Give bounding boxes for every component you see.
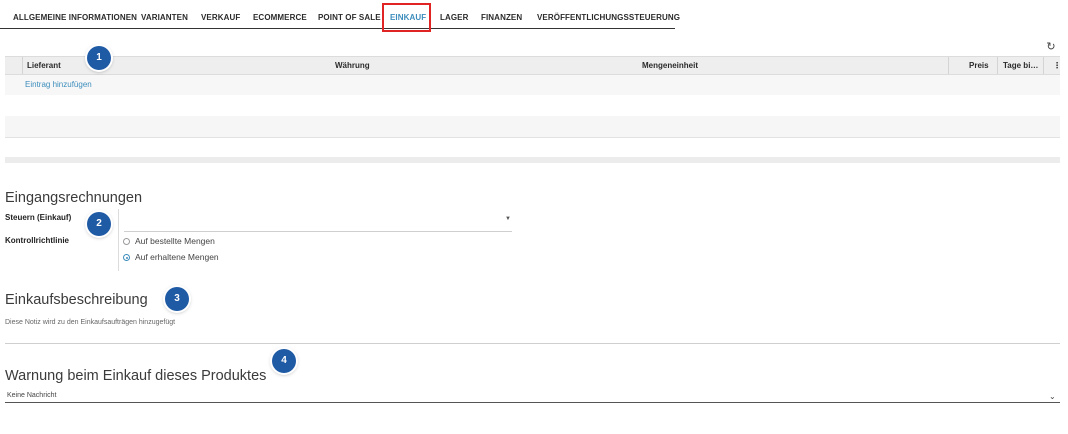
description-underline xyxy=(5,343,1060,344)
warning-select-underline xyxy=(5,402,1060,403)
step-badge-1: 1 xyxy=(87,46,111,70)
vendor-table-header: Lieferant Währung Mengeneinheit Preis Ta… xyxy=(5,56,1061,75)
column-separator xyxy=(1043,57,1044,74)
taxes-label: Steuern (Einkauf) xyxy=(5,213,72,222)
vendor-table-add-row: Eintrag hinzufügen xyxy=(5,75,1060,95)
optional-columns-icon[interactable]: ⋮ xyxy=(1053,57,1061,74)
vendor-table-footer xyxy=(5,157,1060,163)
warning-section-title: Warnung beim Einkauf dieses Produktes xyxy=(5,368,267,384)
radio-received-quantities-label[interactable]: Auf erhaltene Mengen xyxy=(135,252,219,262)
column-preis[interactable]: Preis xyxy=(969,57,989,74)
step-badge-4: 4 xyxy=(272,349,296,373)
tab-ecommerce[interactable]: ECOMMERCE xyxy=(253,8,307,28)
tab-varianten[interactable]: VARIANTEN xyxy=(141,8,188,28)
active-tab-highlight xyxy=(382,3,431,32)
radio-ordered-quantities-label[interactable]: Auf bestellte Mengen xyxy=(135,236,215,246)
caret-down-icon[interactable]: ▼ xyxy=(505,216,511,222)
tab-veroeffentlichungssteuerung[interactable]: VERÖFFENTLICHUNGSSTEUERUNG xyxy=(537,8,680,28)
column-lieferant[interactable]: Lieferant xyxy=(27,57,61,74)
radio-ordered-quantities[interactable] xyxy=(123,238,130,245)
field-divider xyxy=(118,209,119,271)
taxes-select[interactable] xyxy=(124,214,512,230)
description-section-title: Einkaufsbeschreibung xyxy=(5,292,148,308)
tab-verkauf[interactable]: VERKAUF xyxy=(201,8,240,28)
vendor-table-empty-row xyxy=(5,116,1060,138)
column-separator xyxy=(948,57,949,74)
step-badge-2: 2 xyxy=(87,212,111,236)
tab-lager[interactable]: LAGER xyxy=(440,8,469,28)
radio-received-quantities[interactable] xyxy=(123,254,130,261)
add-line-link[interactable]: Eintrag hinzufügen xyxy=(25,80,92,89)
invoices-section-title: Eingangsrechnungen xyxy=(5,190,143,206)
control-policy-label: Kontrollrichtlinie xyxy=(5,236,69,245)
refresh-icon[interactable]: ↻ xyxy=(1045,41,1057,53)
purchase-description-field[interactable]: Diese Notiz wird zu den Einkaufsaufträge… xyxy=(5,319,175,326)
chevron-down-icon[interactable]: ⌄ xyxy=(1049,392,1056,401)
warning-select[interactable]: Keine Nachricht xyxy=(7,392,56,399)
taxes-select-underline xyxy=(124,231,512,232)
column-separator xyxy=(22,57,23,74)
column-waehrung[interactable]: Währung xyxy=(335,57,370,74)
column-mengeneinheit[interactable]: Mengeneinheit xyxy=(642,57,698,74)
tab-finanzen[interactable]: FINANZEN xyxy=(481,8,522,28)
tab-allgemeine-informationen[interactable]: ALLGEMEINE INFORMATIONEN xyxy=(13,8,137,28)
tab-point-of-sale[interactable]: POINT OF SALE xyxy=(318,8,381,28)
column-tage-bis[interactable]: Tage bi… xyxy=(1003,57,1038,74)
notebook-tabs: ALLGEMEINE INFORMATIONEN VARIANTEN VERKA… xyxy=(0,0,680,29)
step-badge-3: 3 xyxy=(165,287,189,311)
column-separator xyxy=(997,57,998,74)
